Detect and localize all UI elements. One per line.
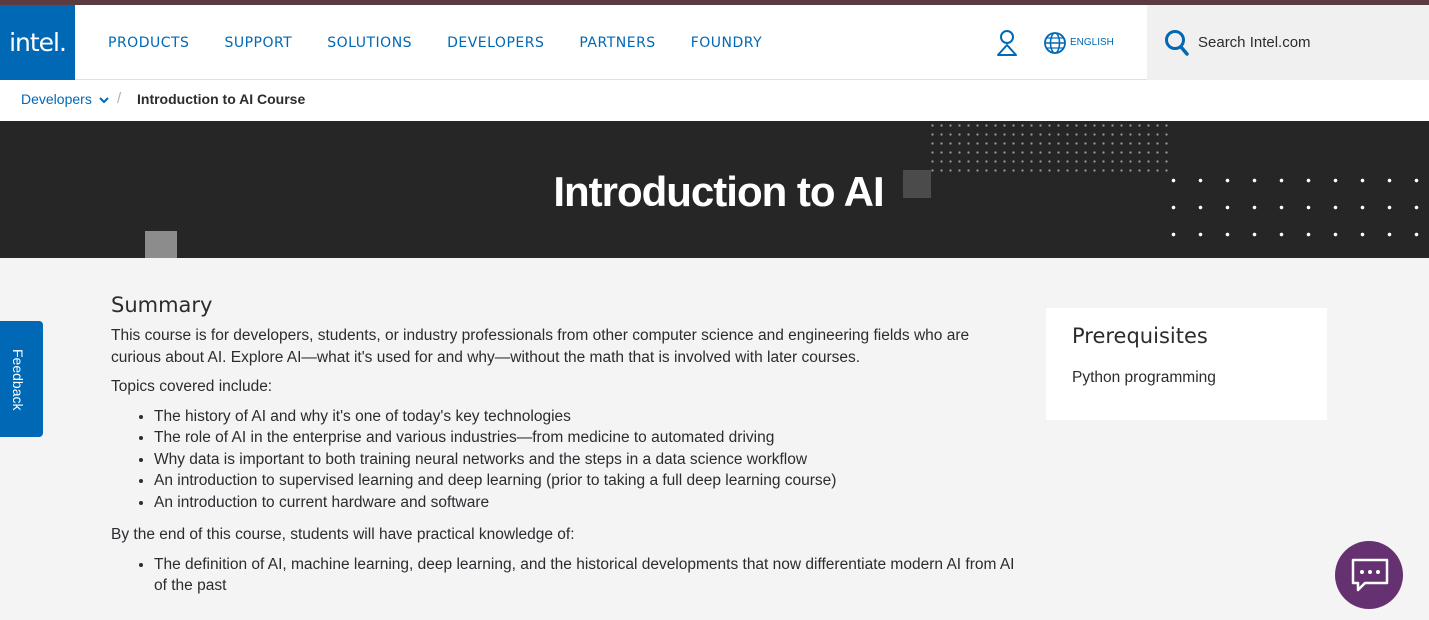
breadcrumb-separator: /: [117, 90, 122, 107]
outcomes-list: The definition of AI, machine learning, …: [154, 554, 1021, 597]
list-item: An introduction to supervised learning a…: [154, 470, 1021, 492]
nav-developers[interactable]: DEVELOPERS: [447, 35, 544, 51]
chevron-down-icon[interactable]: [99, 96, 109, 104]
main-nav: PRODUCTS SUPPORT SOLUTIONS DEVELOPERS PA…: [108, 5, 797, 80]
globe-icon[interactable]: [1043, 31, 1067, 60]
nav-support[interactable]: SUPPORT: [224, 35, 292, 51]
list-item: The history of AI and why it's one of to…: [154, 406, 1021, 428]
nav-solutions[interactable]: SOLUTIONS: [327, 35, 412, 51]
page-title: Introduction to AI: [553, 168, 884, 215]
feedback-label[interactable]: Feedback: [10, 349, 26, 410]
nav-partners[interactable]: PARTNERS: [579, 35, 655, 51]
nav-products[interactable]: PRODUCTS: [108, 35, 189, 51]
topics-list: The history of AI and why it's one of to…: [154, 406, 1021, 514]
course-summary: Summary This course is for developers, s…: [111, 293, 1021, 608]
prerequisite-item: Python programming: [1072, 369, 1216, 386]
search-input[interactable]: Search Intel.com: [1198, 34, 1311, 51]
list-item: Why data is important to both training n…: [154, 449, 1021, 471]
summary-heading: Summary: [111, 293, 213, 317]
hero-decor-square-light: [145, 231, 177, 258]
prerequisites-heading: Prerequisites: [1072, 324, 1208, 348]
list-item: The definition of AI, machine learning, …: [154, 554, 1021, 597]
hero-banner: Introduction to AI: [0, 121, 1429, 258]
search-icon[interactable]: [1164, 29, 1190, 62]
language-selector[interactable]: ENGLISH: [1070, 37, 1114, 48]
breadcrumb: Developers / Introduction to AI Course: [0, 80, 1429, 121]
nav-foundry[interactable]: FOUNDRY: [691, 35, 762, 51]
hero-dot-pattern-small: [928, 121, 1170, 173]
breadcrumb-developers-label[interactable]: Developers: [21, 91, 92, 107]
prerequisites-card: Prerequisites Python programming: [1046, 308, 1327, 420]
chat-button[interactable]: [1335, 541, 1403, 609]
intel-logo[interactable]: intel.: [0, 5, 75, 80]
global-header: intel. PRODUCTS SUPPORT SOLUTIONS DEVELO…: [0, 5, 1429, 80]
breadcrumb-developers[interactable]: Developers: [21, 91, 109, 107]
feedback-tab[interactable]: Feedback: [0, 321, 43, 437]
search-box[interactable]: Search Intel.com: [1147, 5, 1429, 80]
user-icon[interactable]: [995, 29, 1019, 62]
list-item: The role of AI in the enterprise and var…: [154, 427, 1021, 449]
breadcrumb-current: Introduction to AI Course: [137, 91, 306, 107]
outcomes-heading: By the end of this course, students will…: [111, 526, 575, 543]
chat-icon[interactable]: [1350, 557, 1390, 598]
list-item: An introduction to current hardware and …: [154, 492, 1021, 514]
hero-decor-square-dark: [903, 170, 931, 198]
summary-intro: This course is for developers, students,…: [111, 327, 970, 366]
topics-heading: Topics covered include:: [111, 378, 273, 395]
